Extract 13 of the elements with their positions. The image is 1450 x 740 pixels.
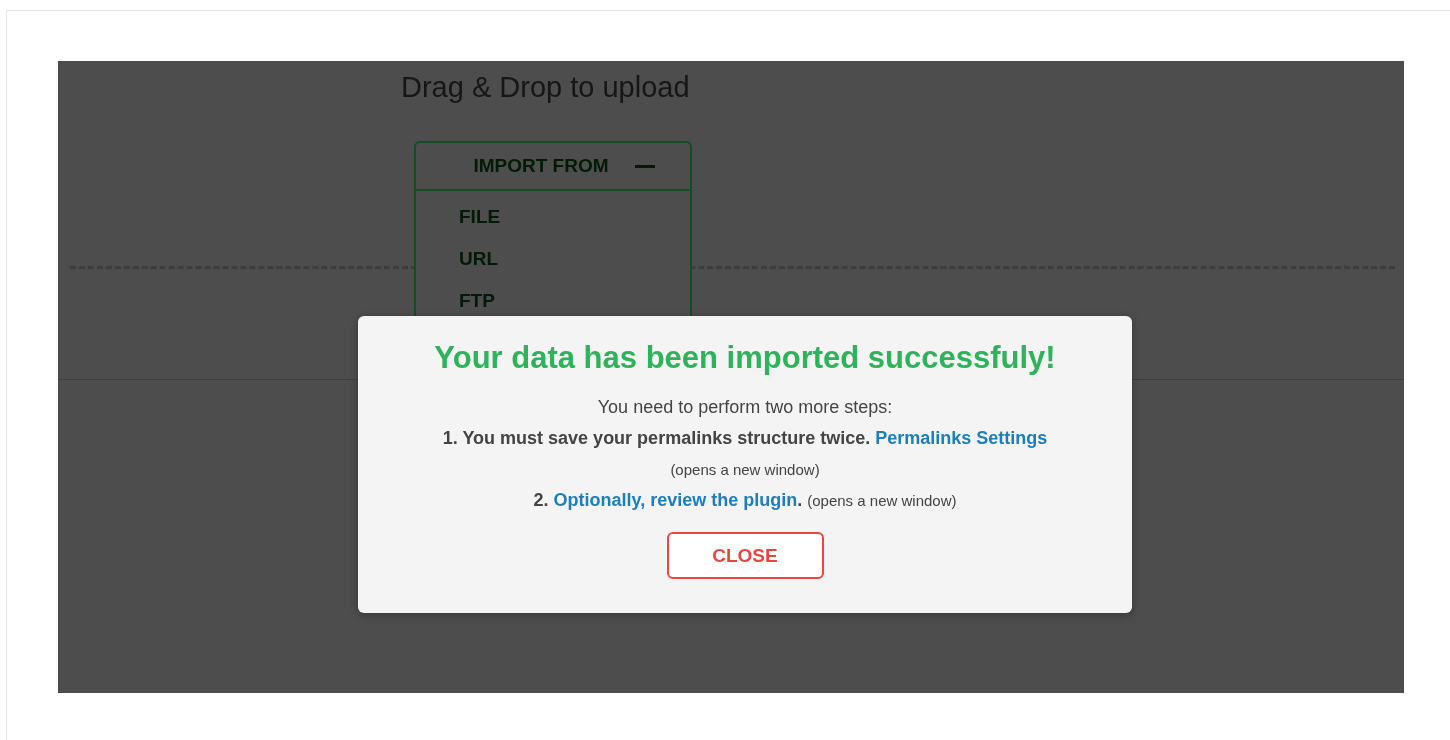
step-link[interactable]: Optionally, review the plugin <box>553 490 798 510</box>
import-option[interactable]: FILE <box>459 205 501 229</box>
import-option[interactable]: FTP <box>459 289 495 313</box>
step-text: 1. You must save your permalinks structure twice. Permalinks Settings (opens a new window) <box>441 427 1049 480</box>
step-link[interactable]: Permalinks Settings <box>875 428 1048 448</box>
import-menu-header[interactable]: IMPORT FROM <box>416 143 690 191</box>
close-button[interactable]: CLOSE <box>666 532 824 579</box>
upload-heading: Drag & Drop to upload <box>401 70 691 105</box>
step-text: 2. Optionally, review the plugin. (opens a new window) <box>533 489 957 512</box>
dialog-title: Your data has been imported successfuly! <box>434 340 1056 376</box>
import-option[interactable]: URL <box>459 247 499 271</box>
dialog-intro: You need to perform two more steps: <box>597 396 893 419</box>
minus-icon <box>634 164 655 168</box>
